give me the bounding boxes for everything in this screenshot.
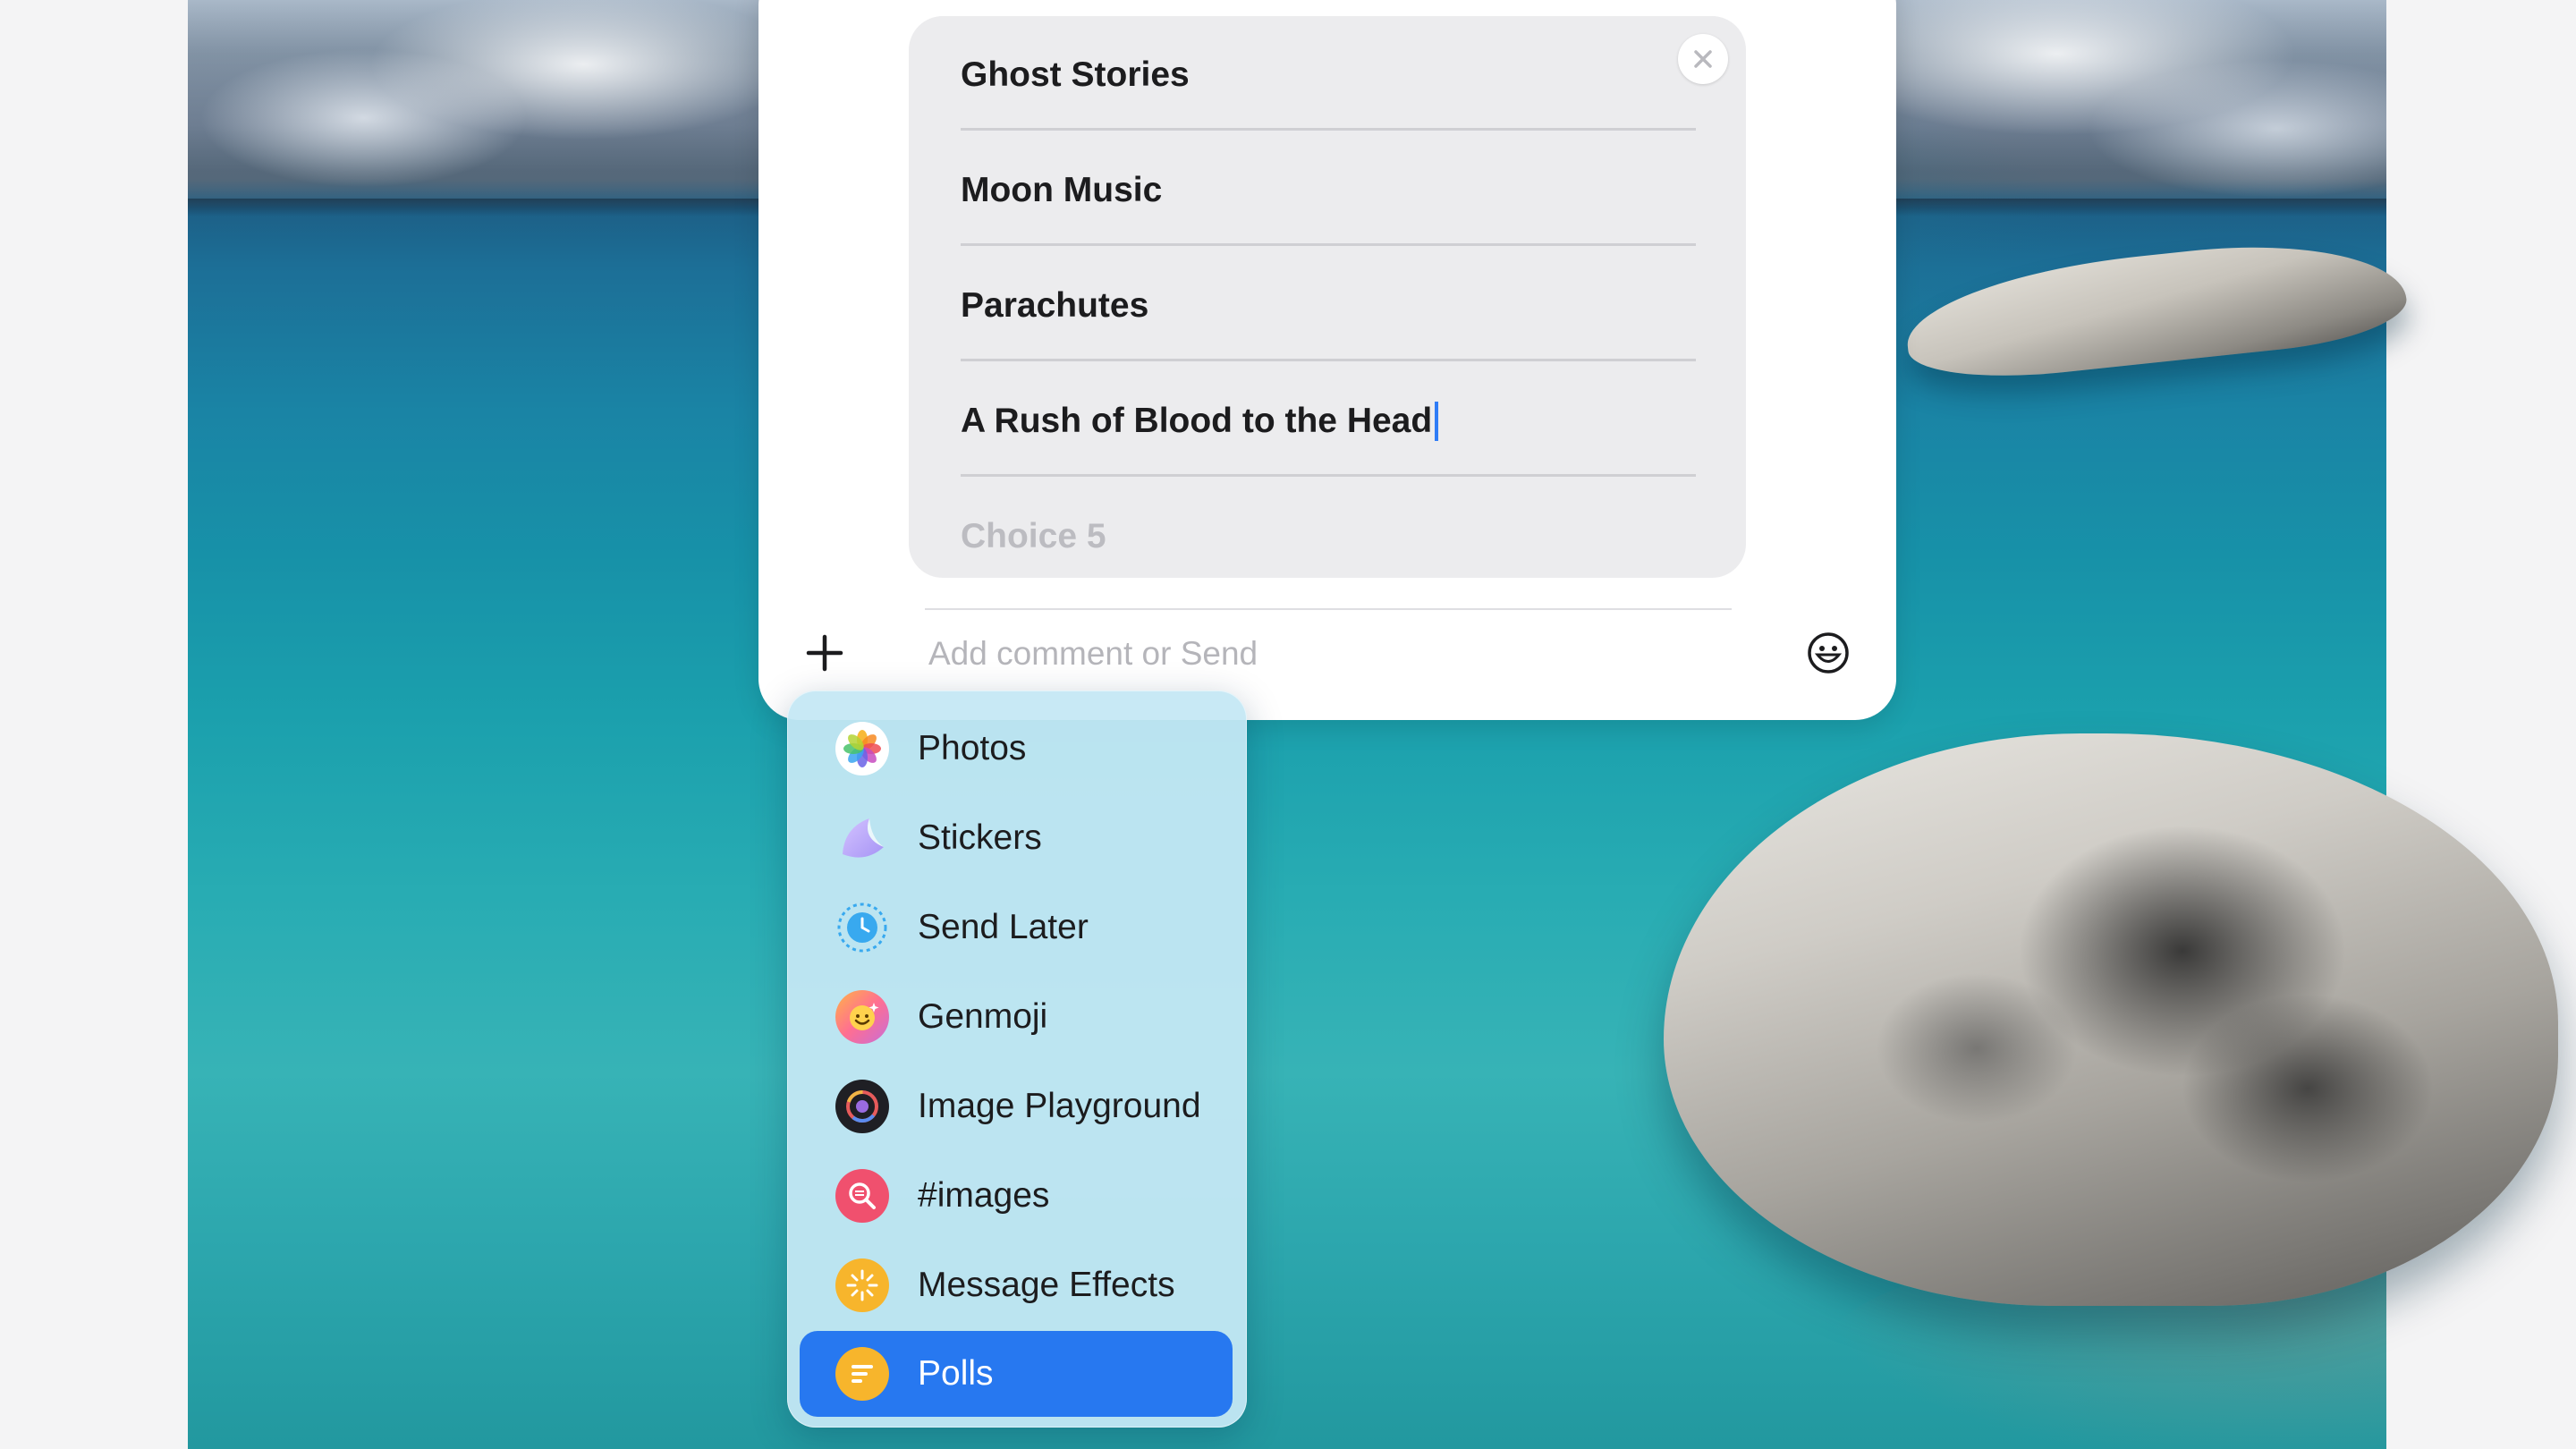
poll-choice-4[interactable]: A Rush of Blood to the Head — [961, 364, 1696, 479]
menu-item-message-effects[interactable]: Message Effects — [800, 1242, 1233, 1328]
menu-item-label: Photos — [918, 729, 1027, 767]
choice-divider — [961, 474, 1696, 477]
large-rock — [1664, 733, 2558, 1306]
send-later-icon — [835, 901, 889, 954]
menu-item-genmoji[interactable]: Genmoji — [800, 974, 1233, 1060]
poll-choice-text: Ghost Stories — [961, 55, 1190, 94]
menu-item-send-later[interactable]: Send Later — [800, 885, 1233, 970]
menu-item-polls[interactable]: Polls — [800, 1331, 1233, 1417]
menu-item-label: #images — [918, 1176, 1050, 1215]
poll-choice-text: A Rush of Blood to the Head — [961, 402, 1433, 440]
menu-item-label: Genmoji — [918, 997, 1048, 1036]
choice-divider — [961, 243, 1696, 246]
poll-choice-1[interactable]: Ghost Stories — [961, 18, 1696, 132]
add-attachment-button[interactable] — [798, 626, 852, 680]
emoji-button[interactable] — [1803, 628, 1853, 678]
polls-icon — [835, 1347, 889, 1401]
genmoji-icon — [835, 990, 889, 1044]
poll-choice-2[interactable]: Moon Music — [961, 133, 1696, 248]
stickers-icon — [835, 811, 889, 865]
comment-input[interactable] — [927, 626, 1789, 682]
menu-item-stickers[interactable]: Stickers — [800, 795, 1233, 881]
emoji-icon — [1808, 632, 1849, 674]
poll-choice-3[interactable]: Parachutes — [961, 249, 1696, 363]
text-caret — [1435, 402, 1439, 441]
photos-icon — [835, 722, 889, 775]
poll-choice-placeholder: Choice 5 — [961, 517, 1106, 555]
poll-choice-5[interactable]: Choice 5 — [961, 479, 1696, 594]
menu-item-label: Message Effects — [918, 1266, 1175, 1304]
menu-item-label: Send Later — [918, 908, 1089, 946]
menu-item-label: Image Playground — [918, 1087, 1201, 1125]
choice-divider — [961, 359, 1696, 361]
menu-item-images[interactable]: #images — [800, 1153, 1233, 1239]
menu-item-label: Polls — [918, 1354, 994, 1393]
message-effects-icon — [835, 1258, 889, 1312]
menu-item-label: Stickers — [918, 818, 1042, 857]
menu-item-image-playground[interactable]: Image Playground — [800, 1063, 1233, 1149]
choice-divider — [961, 128, 1696, 131]
plus-icon — [806, 634, 843, 672]
poll-choice-text: Parachutes — [961, 286, 1149, 325]
image-playground-icon — [835, 1080, 889, 1133]
comment-divider — [925, 608, 1732, 610]
menu-item-photos[interactable]: Photos — [800, 706, 1233, 792]
poll-choice-text: Moon Music — [961, 171, 1163, 209]
images-search-icon — [835, 1169, 889, 1223]
